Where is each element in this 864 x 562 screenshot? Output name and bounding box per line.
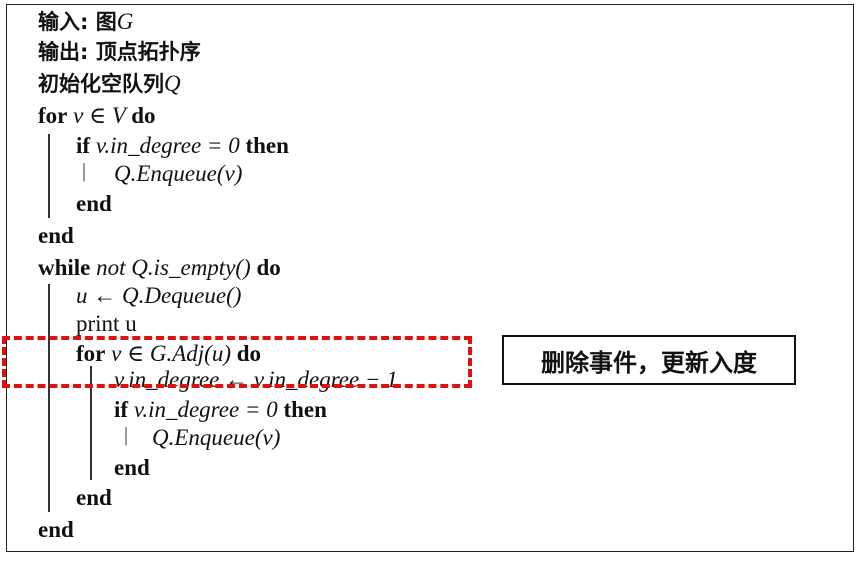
algo-line-6: u ← Q.Dequeue() bbox=[76, 283, 242, 308]
algo-line-4: end bbox=[38, 223, 74, 248]
init-var: Q bbox=[164, 71, 181, 96]
algo-line-12: end bbox=[114, 455, 150, 480]
input-var: G bbox=[116, 9, 134, 34]
init-label: 初始化空队列 bbox=[38, 72, 164, 96]
algo-line-14: end bbox=[38, 517, 74, 542]
algo-line-13: end bbox=[76, 485, 112, 510]
input-label: 输入: 图 bbox=[38, 10, 117, 34]
highlight-dashed-box bbox=[2, 336, 472, 388]
algo-line-11: Q.Enqueue(v) bbox=[152, 425, 281, 450]
for-block-bar bbox=[48, 134, 50, 218]
annotation-text: 删除事件，更新入度 bbox=[541, 348, 757, 377]
algo-line-0: for v ∈ V do bbox=[38, 103, 156, 128]
inner-if-bar: | bbox=[124, 424, 129, 446]
if-block-bar: | bbox=[82, 160, 87, 182]
annotation-callout: 删除事件，更新入度 bbox=[502, 335, 796, 385]
algo-line-7: print u bbox=[76, 311, 137, 336]
output-line: 输出: 顶点拓扑序 bbox=[38, 38, 201, 66]
init-line: 初始化空队列Q bbox=[38, 70, 181, 98]
algo-line-1: if v.in_degree = 0 then bbox=[76, 133, 289, 158]
algo-line-2: Q.Enqueue(v) bbox=[114, 161, 243, 186]
algo-line-5: while not Q.is_empty() do bbox=[38, 255, 281, 280]
algo-line-10: if v.in_degree = 0 then bbox=[114, 397, 327, 422]
algo-line-3: end bbox=[76, 191, 112, 216]
output-label: 输出: 顶点拓扑序 bbox=[38, 40, 201, 64]
input-line: 输入: 图G bbox=[38, 8, 133, 36]
while-block-bar bbox=[48, 284, 50, 512]
